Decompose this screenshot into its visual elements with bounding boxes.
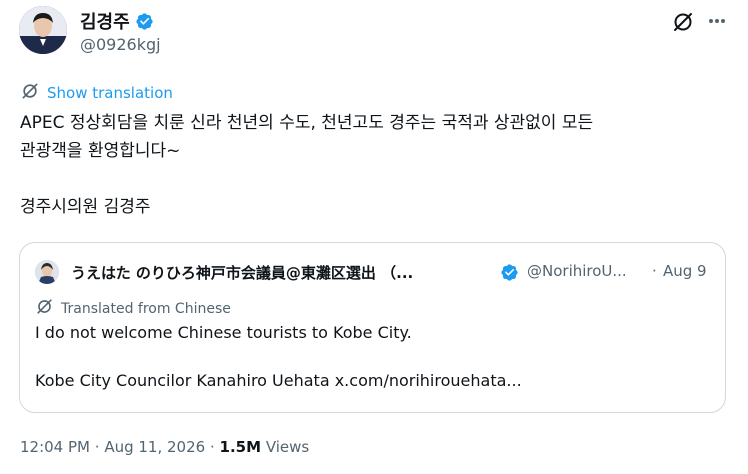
quoted-tweet-card[interactable]: うえはた のりひろ神戸市会議員@東灘区選出 （... @NorihiroU...… bbox=[19, 242, 726, 413]
tweet-text-line: APEC 정상회담을 치룬 신라 천년의 수도, 천년고도 경주는 국적과 상관… bbox=[20, 113, 594, 133]
views-label: Views bbox=[265, 438, 310, 456]
tweet-text-line: 관광객을 환영합니다~ bbox=[20, 141, 181, 161]
author-avatar[interactable] bbox=[19, 6, 67, 54]
quoted-date[interactable]: Aug 9 bbox=[663, 262, 707, 280]
quoted-author-handle[interactable]: @NorihiroU... bbox=[527, 262, 627, 280]
quoted-avatar-portrait bbox=[35, 260, 59, 284]
quoted-author-avatar[interactable] bbox=[35, 260, 59, 284]
verified-badge-icon[interactable] bbox=[135, 12, 154, 31]
more-horizontal-icon[interactable] bbox=[706, 10, 728, 32]
grok-icon[interactable] bbox=[671, 10, 695, 34]
quoted-text-line: I do not welcome Chinese tourists to Kob… bbox=[35, 323, 412, 342]
tweet-text-line: 경주시의원 김경주 bbox=[20, 197, 151, 217]
meta-separator: · bbox=[94, 438, 100, 456]
tweet-text: APEC 정상회담을 치룬 신라 천년의 수도, 천년고도 경주는 국적과 상관… bbox=[20, 109, 730, 221]
translate-globe-icon bbox=[20, 81, 40, 105]
quoted-tweet-text: I do not welcome Chinese tourists to Kob… bbox=[35, 321, 522, 393]
quoted-verified-badge-icon[interactable] bbox=[500, 263, 519, 282]
tweet-date[interactable]: Aug 11, 2026 bbox=[104, 438, 205, 456]
translate-globe-icon bbox=[35, 297, 54, 320]
author-display-name[interactable]: 김경주 bbox=[80, 8, 130, 34]
quoted-text-line: Kobe City Councilor Kanahiro Uehata x.co… bbox=[35, 371, 522, 390]
avatar-portrait bbox=[19, 6, 67, 54]
tweet-time[interactable]: 12:04 PM bbox=[20, 438, 90, 456]
quoted-separator: · bbox=[652, 262, 657, 280]
views-count: 1.5M bbox=[219, 438, 262, 456]
meta-separator: · bbox=[209, 438, 215, 456]
show-translation-link[interactable]: Show translation bbox=[47, 84, 173, 102]
quoted-author-name[interactable]: うえはた のりひろ神戸市会議員@東灘区選出 （... bbox=[71, 262, 413, 283]
tweet-meta: 12:04 PM · Aug 11, 2026 · 1.5M Views bbox=[20, 438, 309, 456]
author-handle[interactable]: @0926kgj bbox=[80, 35, 161, 54]
translated-from-label: Translated from Chinese bbox=[61, 300, 231, 317]
